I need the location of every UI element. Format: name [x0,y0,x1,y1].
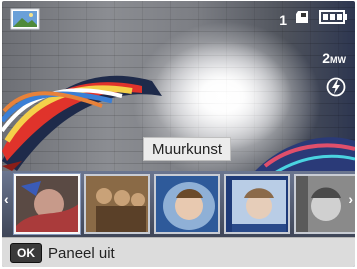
scene-thumbnail-icon [10,8,40,30]
thumb-blue-frame[interactable] [224,174,290,234]
status-bar: 1 [279,10,347,29]
resolution-indicator: 2MW [322,50,346,66]
bottom-bar: OK Paneel uit [2,237,355,267]
panel-off-label: Paneel uit [48,244,115,262]
filter-label: Muurkunst [143,137,231,161]
shots-remaining: 1 [279,11,287,28]
battery-icon [319,10,347,29]
chevron-left-icon[interactable]: ‹ [4,191,9,207]
resolution-value: 2 [322,50,330,66]
thumb-sepia[interactable] [84,174,150,234]
chevron-right-icon[interactable]: › [348,191,353,207]
camera-screen: 1 2MW Muurkunst ‹ › OK Paneel uit [2,1,355,267]
thumb-gray[interactable] [294,174,355,234]
resolution-unit: MW [330,55,346,65]
thumb-blue-vignette[interactable] [154,174,220,234]
flash-auto-icon [326,77,346,102]
ok-button[interactable]: OK [10,243,42,263]
filter-strip[interactable]: ‹ › [2,171,355,237]
thumb-muurkunst[interactable] [14,174,80,234]
memory-card-icon [295,10,311,29]
